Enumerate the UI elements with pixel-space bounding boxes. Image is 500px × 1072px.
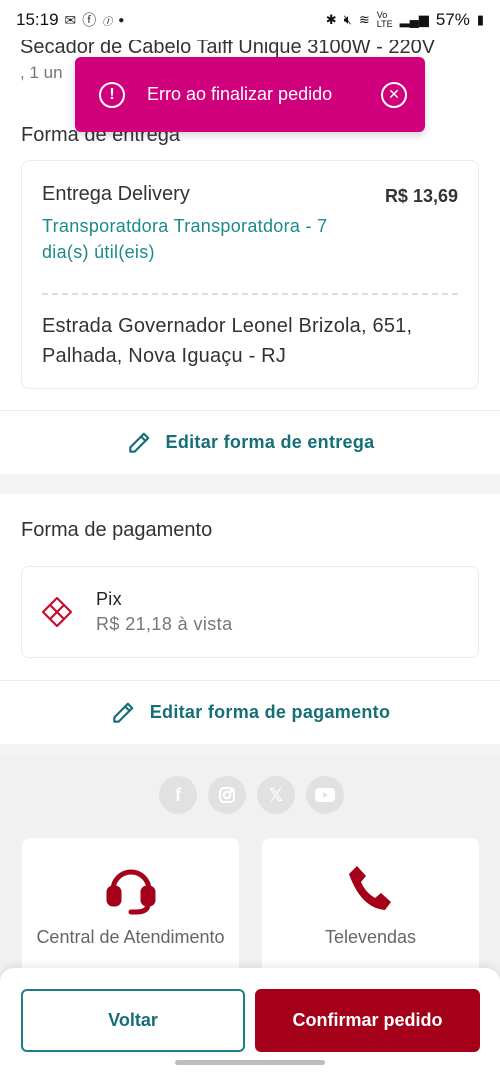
edit-delivery-label: Editar forma de entrega — [165, 432, 375, 452]
facebook-icon: ⓕ — [82, 12, 97, 28]
status-right: ✱ 🔇︎ ≋ Vo LTE ▂▄▆ 57% ▮ — [326, 10, 484, 30]
headset-icon — [106, 869, 155, 915]
close-icon[interactable]: ✕ — [381, 81, 407, 108]
confirm-order-button[interactable]: Confirmar pedido — [255, 989, 480, 1052]
facebook-icon[interactable]: f — [159, 776, 197, 814]
wifi-icon: ≋ — [358, 12, 370, 27]
x-icon[interactable]: 𝕏 — [257, 776, 295, 814]
status-left: 15:19 ✉ ⓕ Ⓘ ● — [16, 10, 124, 30]
volte-icon: Vo LTE — [376, 10, 393, 29]
pencil-icon — [128, 432, 149, 453]
divider — [42, 293, 458, 295]
battery-icon: ▮ — [476, 12, 484, 27]
delivery-method: Entrega Delivery — [42, 183, 190, 205]
payment-method: Pix — [96, 589, 122, 609]
edit-payment-label: Editar forma de pagamento — [149, 702, 391, 722]
telesales-card[interactable]: Televendas — [262, 838, 479, 978]
delivery-carrier: Transporatdora Transporatdora - 7 dia(s)… — [42, 216, 328, 262]
social-links: f 𝕏 — [159, 776, 344, 814]
delivery-price: R$ 13,69 — [384, 186, 458, 206]
payment-section-title: Forma de pagamento — [21, 519, 213, 541]
telesales-label: Televendas — [324, 927, 417, 947]
signal-icon: ▂▄▆ — [399, 12, 429, 27]
battery-level: 57% — [435, 10, 470, 29]
dot-icon: ● — [118, 14, 125, 26]
phone-icon — [348, 866, 391, 910]
edit-delivery-button[interactable]: Editar forma de entrega — [0, 410, 500, 474]
delivery-address: Estrada Governador Leonel Brizola, 651, … — [42, 315, 413, 367]
status-bar: 15:19 ✉ ⓕ Ⓘ ● ✱ 🔇︎ ≋ Vo LTE ▂▄▆ 57% ▮ — [0, 0, 500, 40]
bluetooth-icon: ✱ — [325, 12, 337, 27]
payment-amount: R$ 21,18 à vista — [96, 614, 233, 634]
mail-icon: ✉ — [64, 11, 77, 28]
app-icon: Ⓘ — [102, 16, 113, 28]
alert-icon: ! — [99, 81, 125, 108]
home-indicator[interactable] — [175, 1060, 325, 1065]
pencil-icon — [112, 702, 134, 723]
mute-icon: 🔇︎ — [343, 12, 352, 27]
instagram-icon[interactable] — [208, 776, 246, 814]
payment-card: Pix R$ 21,18 à vista — [21, 566, 479, 658]
delivery-card: Entrega Delivery R$ 13,69 Transporatdora… — [21, 160, 479, 389]
edit-payment-button[interactable]: Editar forma de pagamento — [0, 680, 500, 744]
status-time: 15:19 — [16, 10, 59, 29]
support-card[interactable]: Central de Atendimento — [22, 838, 239, 978]
error-toast: ! Erro ao finalizar pedido ✕ — [75, 57, 425, 132]
youtube-icon[interactable] — [306, 776, 344, 814]
pix-icon — [41, 596, 73, 628]
section-separator — [0, 474, 500, 494]
action-bar: Voltar Confirmar pedido — [0, 968, 500, 1072]
back-button[interactable]: Voltar — [21, 989, 245, 1052]
section-separator — [0, 744, 500, 756]
toast-message: Erro ao finalizar pedido — [147, 84, 333, 104]
support-label: Central de Atendimento — [36, 927, 225, 947]
